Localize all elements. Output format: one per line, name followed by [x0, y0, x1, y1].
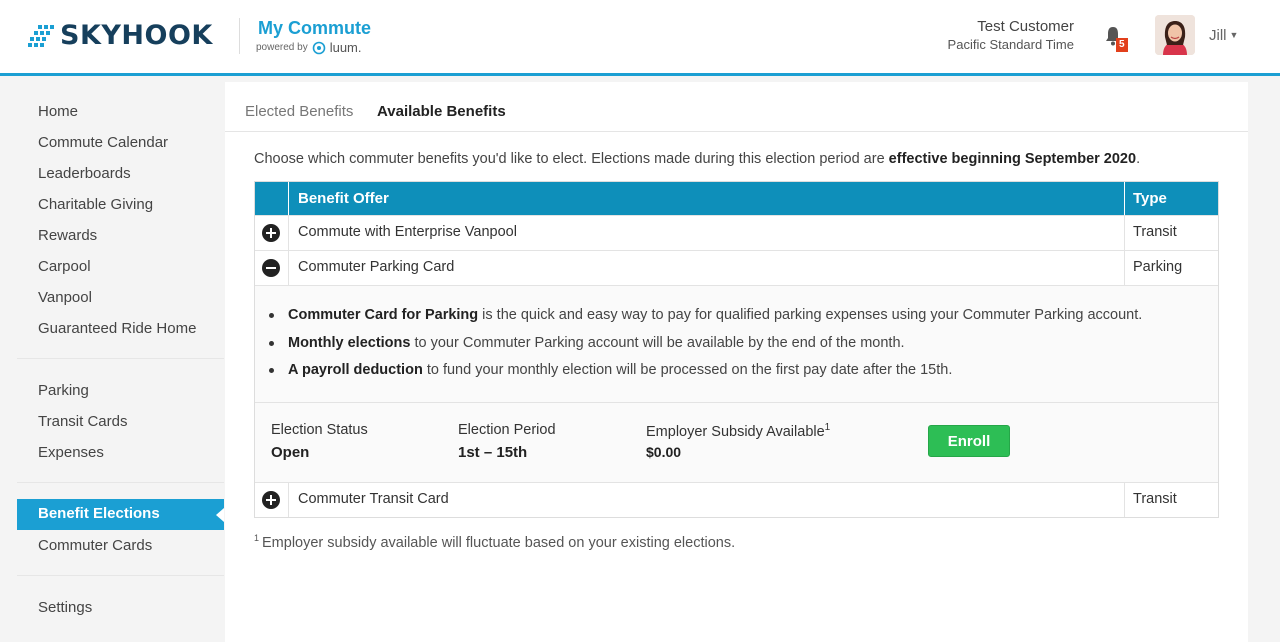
expand-plus-icon[interactable] — [262, 224, 280, 242]
luum-logo-icon — [312, 41, 326, 54]
list-item: A payroll deduction to fund your monthly… — [269, 360, 1142, 380]
powered-by-label: powered by — [256, 42, 308, 53]
footnote-marker: 1 — [254, 533, 260, 543]
app-header: SKYHOOK My Commute powered by luum. Test… — [0, 0, 1280, 76]
benefit-name: Commute with Enterprise Vanpool — [298, 224, 517, 240]
column-header-type: Type — [1133, 190, 1167, 207]
election-status-label: Election Status — [271, 422, 368, 438]
user-menu-dropdown[interactable]: Jill ▼ — [1209, 27, 1238, 44]
sidebar-item-parking[interactable]: Parking — [38, 381, 89, 401]
user-photo — [1155, 15, 1195, 55]
user-info: Test Customer Pacific Standard Time — [948, 18, 1074, 52]
app-title[interactable]: My Commute — [258, 18, 371, 39]
sidebar-item-home[interactable]: Home — [38, 102, 78, 122]
benefit-details-list: Commuter Card for Parking is the quick a… — [269, 305, 1142, 388]
cell-divider — [288, 251, 289, 285]
benefit-type: Parking — [1133, 259, 1183, 275]
detail-text: is the quick and easy way to pay for qua… — [478, 307, 1143, 323]
tab-elected-benefits[interactable]: Elected Benefits — [245, 103, 353, 120]
sidebar-item-rewards[interactable]: Rewards — [38, 226, 97, 246]
notifications-button[interactable]: 5 — [1104, 26, 1128, 52]
sidebar-divider — [17, 575, 224, 576]
brand-name: SKYHOOK — [60, 20, 213, 51]
sidebar-item-commuter-cards[interactable]: Commuter Cards — [38, 536, 152, 556]
cell-divider — [1124, 216, 1125, 250]
footnote-text: Employer subsidy available will fluctuat… — [262, 534, 736, 551]
skyhook-logo[interactable]: SKYHOOK — [28, 20, 213, 52]
sidebar: Home Commute Calendar Leaderboards Chari… — [0, 79, 225, 642]
column-header-benefit-offer: Benefit Offer — [298, 190, 389, 207]
partner-name: luum. — [329, 40, 362, 55]
sidebar-item-benefit-elections[interactable]: Benefit Elections — [17, 499, 224, 530]
sidebar-item-settings[interactable]: Settings — [38, 598, 92, 618]
benefit-details: Commuter Card for Parking is the quick a… — [255, 285, 1218, 402]
detail-text: to fund your monthly election will be pr… — [422, 362, 953, 378]
sidebar-item-commute-calendar[interactable]: Commute Calendar — [38, 133, 168, 153]
header-divider — [239, 18, 240, 54]
enroll-button[interactable]: Enroll — [928, 425, 1010, 457]
sidebar-divider — [17, 358, 224, 359]
subsidy-footnote: 1 Employer subsidy available will fluctua… — [254, 533, 735, 551]
skyhook-logo-icon — [28, 25, 54, 47]
cell-divider — [288, 216, 289, 250]
detail-bold: Monthly elections — [288, 334, 411, 351]
sidebar-item-charitable-giving[interactable]: Charitable Giving — [38, 195, 153, 215]
main-content: Elected Benefits Available Benefits Choo… — [225, 82, 1248, 642]
detail-bold: Commuter Card for Parking — [288, 307, 479, 323]
intro-text-end: . — [1136, 151, 1141, 167]
election-status-panel: Election Status Open Election Period 1st… — [255, 402, 1218, 482]
sidebar-item-vanpool[interactable]: Vanpool — [38, 288, 92, 308]
active-indicator-icon — [216, 508, 224, 522]
table-header: Benefit Offer Type — [255, 182, 1218, 215]
user-timezone: Pacific Standard Time — [947, 37, 1074, 52]
election-period-value: 1st – 15th — [458, 444, 528, 461]
sidebar-item-leaderboards[interactable]: Leaderboards — [38, 164, 131, 184]
benefit-tabs: Elected Benefits Available Benefits — [225, 82, 1248, 132]
list-item: Monthly elections to your Commuter Parki… — [269, 333, 1142, 353]
cell-divider — [288, 483, 289, 517]
list-item: Commuter Card for Parking is the quick a… — [269, 305, 1142, 325]
election-period-label: Election Period — [458, 422, 556, 438]
benefit-type: Transit — [1133, 491, 1177, 507]
sidebar-item-expenses[interactable]: Expenses — [38, 443, 104, 463]
detail-bold: A payroll deduction — [288, 362, 423, 378]
collapse-minus-icon[interactable] — [262, 259, 280, 277]
detail-text: to your Commuter Parking account will be… — [410, 334, 905, 351]
employer-subsidy-label-text: Employer Subsidy Available — [646, 423, 825, 440]
expand-plus-icon[interactable] — [262, 491, 280, 509]
header-divider — [1124, 182, 1125, 215]
sidebar-item-label: Benefit Elections — [38, 505, 160, 522]
intro-text-main: Choose which commuter benefits you'd lik… — [254, 151, 889, 167]
table-row[interactable]: Commuter Transit Card Transit — [255, 482, 1218, 517]
intro-text: Choose which commuter benefits you'd lik… — [254, 151, 1140, 167]
notification-count-badge: 5 — [1116, 38, 1128, 52]
sidebar-item-guaranteed-ride-home[interactable]: Guaranteed Ride Home — [38, 319, 196, 339]
powered-by: powered by luum. — [256, 40, 362, 55]
benefit-type: Transit — [1133, 224, 1177, 240]
election-status-value: Open — [271, 444, 310, 461]
cell-divider — [1124, 483, 1125, 517]
user-name: Test Customer — [977, 18, 1074, 35]
avatar[interactable] — [1155, 15, 1195, 55]
intro-text-bold: effective beginning September 2020 — [888, 151, 1137, 167]
caret-down-icon: ▼ — [1229, 30, 1239, 40]
sidebar-item-transit-cards[interactable]: Transit Cards — [38, 412, 127, 432]
footnote-marker: 1 — [824, 422, 831, 433]
sidebar-divider — [17, 482, 224, 483]
table-row[interactable]: Commuter Parking Card Parking — [255, 250, 1218, 285]
table-row[interactable]: Commute with Enterprise Vanpool Transit — [255, 215, 1218, 250]
tab-available-benefits[interactable]: Available Benefits — [377, 103, 506, 120]
cell-divider — [1124, 251, 1125, 285]
user-menu-label: Jill — [1209, 27, 1227, 44]
expand-column-header — [255, 182, 289, 215]
sidebar-item-carpool[interactable]: Carpool — [38, 257, 91, 277]
employer-subsidy-label: Employer Subsidy Available1 — [646, 422, 830, 440]
employer-subsidy-value: $0.00 — [646, 444, 682, 460]
benefit-name: Commuter Parking Card — [298, 259, 455, 275]
benefits-table: Benefit Offer Type Commute with Enterpri… — [254, 181, 1219, 518]
benefit-name: Commuter Transit Card — [298, 491, 449, 507]
